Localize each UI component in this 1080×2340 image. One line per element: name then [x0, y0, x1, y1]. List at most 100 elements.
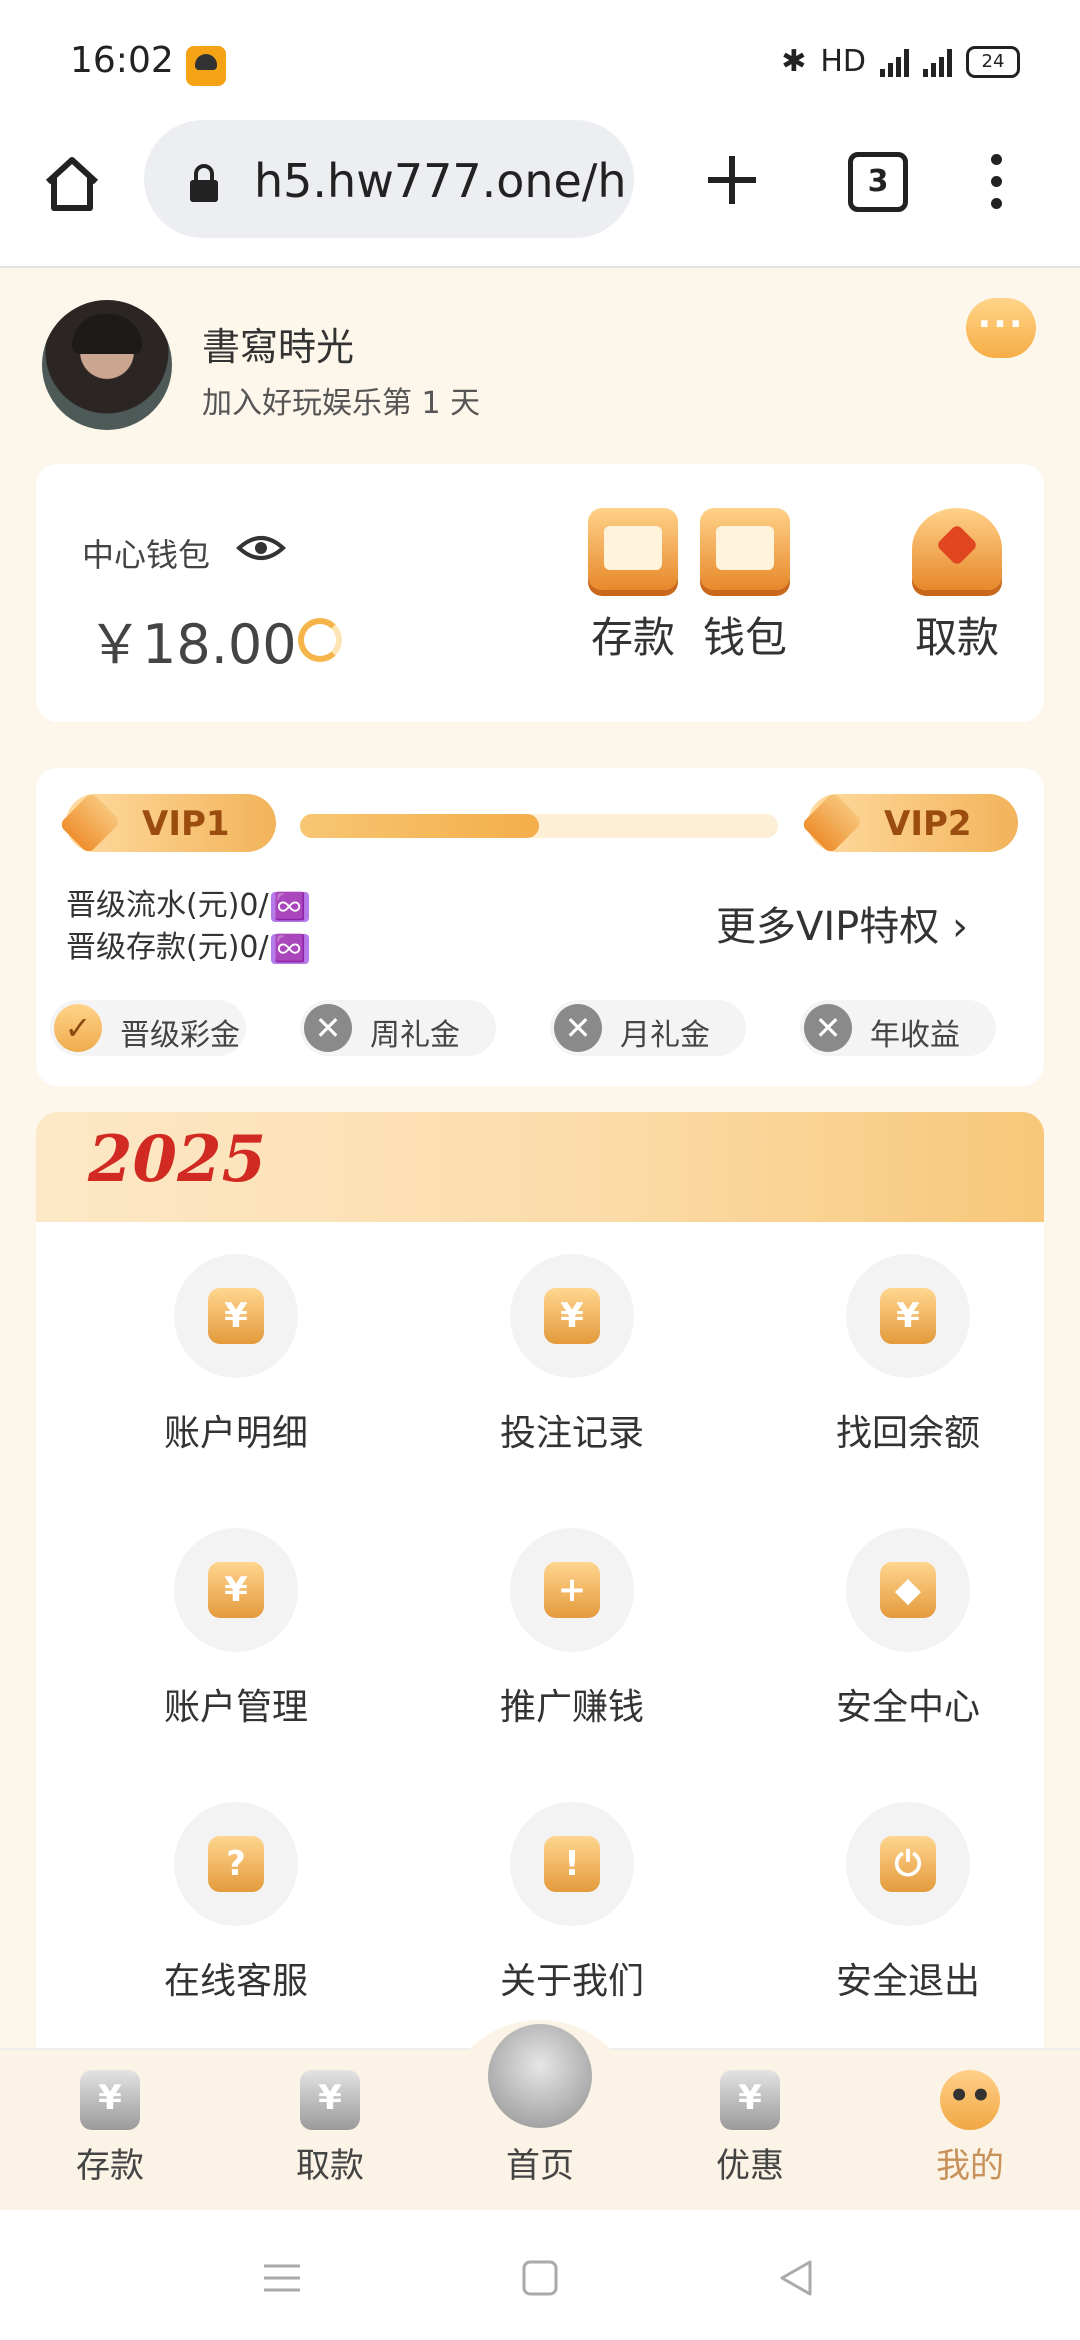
- logout-icon: ⏻: [846, 1802, 970, 1926]
- vip-card: VIP1 VIP2 晋级流水(元)0/♾️ 晋级存款(元)0/♾️ 更多VIP特…: [36, 768, 1044, 1086]
- tab-deposit-icon: [80, 2070, 140, 2130]
- vip-deposit-requirement: 晋级存款(元)0/♾️: [66, 922, 309, 966]
- close-icon: ✕: [304, 1004, 352, 1052]
- home-icon[interactable]: [40, 152, 104, 216]
- wallet-button[interactable]: 钱包: [690, 508, 800, 665]
- referral-earn-icon: +: [510, 1528, 634, 1652]
- online-support-icon: ?: [174, 1802, 298, 1926]
- menu-item-bet-records[interactable]: ¥ 投注记录: [422, 1254, 722, 1456]
- bluetooth-icon: ✱: [781, 44, 807, 79]
- withdraw-button[interactable]: 取款: [902, 508, 1012, 665]
- more-menu-icon[interactable]: [984, 154, 1008, 214]
- year-banner: 2025: [36, 1112, 1044, 1222]
- back-icon[interactable]: [776, 2260, 816, 2296]
- check-icon: ✓: [54, 1004, 102, 1052]
- tab-promotions-icon: [720, 2070, 780, 2130]
- network-type: HD: [820, 44, 866, 79]
- status-time: 16:02: [70, 40, 174, 81]
- infinity-icon: ♾️: [270, 934, 309, 964]
- wallet-icon: [700, 508, 790, 590]
- tab-label: 存款: [76, 2146, 144, 2186]
- wallet-action-label: 钱包: [702, 613, 787, 662]
- vip-lightning-icon: [58, 791, 122, 855]
- tab-withdraw[interactable]: 取款: [260, 2070, 400, 2187]
- wallet-balance: ￥18.00: [88, 613, 297, 676]
- address-bar[interactable]: h5.hw777.one/hv: [144, 120, 634, 238]
- tab-deposit[interactable]: 存款: [40, 2070, 180, 2187]
- perk-upgrade-bonus: ✓ 晋级彩金: [50, 1000, 246, 1056]
- menu-item-label: 在线客服: [163, 1961, 308, 2002]
- menu-item-label: 账户明细: [163, 1413, 308, 1454]
- perk-monthly-gift: ✕ 月礼金: [550, 1000, 746, 1056]
- status-icons: ✱ HD 24: [781, 44, 1020, 79]
- chat-icon[interactable]: [966, 298, 1036, 358]
- avatar[interactable]: [42, 300, 172, 430]
- bet-records-icon: ¥: [510, 1254, 634, 1378]
- wallet-card: 中心钱包 ￥18.00 存款 钱包 取款: [36, 464, 1044, 722]
- account-management-icon: ¥: [174, 1528, 298, 1652]
- chevron-right-icon: ›: [952, 904, 968, 950]
- battery-icon: 24: [966, 45, 1020, 78]
- vip-next-badge: VIP2: [800, 791, 1018, 855]
- menu-item-label: 投注记录: [499, 1413, 644, 1454]
- vip-progress-bar: [300, 814, 778, 838]
- perk-weekly-gift: ✕ 周礼金: [300, 1000, 496, 1056]
- deposit-button[interactable]: 存款: [578, 508, 688, 665]
- username: 書寫時光: [202, 325, 355, 369]
- menu-item-label: 推广赚钱: [499, 1687, 644, 1728]
- account-details-icon: ¥: [174, 1254, 298, 1378]
- recover-balance-icon: ¥: [846, 1254, 970, 1378]
- menu-item-account-details[interactable]: ¥ 账户明细: [86, 1254, 386, 1456]
- tab-label: 我的: [936, 2146, 1004, 2186]
- menu-item-label: 安全退出: [835, 1961, 980, 2002]
- refresh-icon[interactable]: [298, 618, 342, 662]
- close-icon: ✕: [554, 1004, 602, 1052]
- more-vip-link[interactable]: 更多VIP特权 ›: [716, 894, 968, 952]
- app-notification-icon: [186, 46, 226, 86]
- join-days-text: 加入好玩娱乐第 1 天: [202, 386, 481, 421]
- withdraw-label: 取款: [914, 613, 999, 662]
- tab-withdraw-icon: [300, 2070, 360, 2130]
- lock-icon: [190, 164, 218, 202]
- tab-count-button[interactable]: 3: [848, 152, 908, 212]
- tab-profile-icon: [940, 2070, 1000, 2130]
- tab-label: 取款: [296, 2146, 364, 2186]
- url-text[interactable]: h5.hw777.one/hv: [254, 154, 624, 208]
- new-tab-icon[interactable]: [700, 148, 764, 212]
- menu-item-label: 账户管理: [163, 1687, 308, 1728]
- infinity-icon: ♾️: [270, 892, 309, 922]
- menu-item-logout[interactable]: ⏻ 安全退出: [758, 1802, 1058, 2004]
- security-center-icon: ◆: [846, 1528, 970, 1652]
- close-icon: ✕: [804, 1004, 852, 1052]
- menu-item-account-management[interactable]: ¥ 账户管理: [86, 1528, 386, 1730]
- menu-item-recover-balance[interactable]: ¥ 找回余额: [758, 1254, 1058, 1456]
- wallet-label: 中心钱包: [82, 536, 211, 574]
- eye-icon[interactable]: [236, 528, 286, 568]
- browser-toolbar: h5.hw777.one/hv 3: [0, 120, 1080, 268]
- home-nav-icon[interactable]: [520, 2260, 560, 2296]
- deposit-label: 存款: [590, 613, 675, 662]
- banner-year: 2025: [88, 1122, 267, 1197]
- menu-item-label: 安全中心: [835, 1687, 980, 1728]
- signal-icon-2: [923, 47, 952, 77]
- tab-home[interactable]: 首页: [470, 2070, 610, 2187]
- withdraw-icon: [912, 508, 1002, 590]
- signal-icon: [880, 47, 909, 77]
- vip-turnover-requirement: 晋级流水(元)0/♾️: [66, 880, 309, 924]
- vip-lightning-icon: [800, 791, 864, 855]
- recent-apps-icon[interactable]: [262, 2260, 302, 2296]
- menu-item-security-center[interactable]: ◆ 安全中心: [758, 1528, 1058, 1730]
- system-nav-bar: [0, 2210, 1080, 2340]
- menu-item-about-us[interactable]: ! 关于我们: [422, 1802, 722, 2004]
- page-content: 書寫時光 加入好玩娱乐第 1 天 中心钱包 ￥18.00 存款 钱包 取款 VI…: [0, 268, 1080, 2048]
- tab-profile[interactable]: 我的: [900, 2070, 1040, 2187]
- menu-item-referral-earn[interactable]: + 推广赚钱: [422, 1528, 722, 1730]
- tab-promotions[interactable]: 优惠: [680, 2070, 820, 2187]
- about-us-icon: !: [510, 1802, 634, 1926]
- status-bar: 16:02 ✱ HD 24: [0, 0, 1080, 120]
- tab-label: 优惠: [716, 2146, 784, 2186]
- vip-current-badge: VIP1: [58, 791, 276, 855]
- menu-grid: ¥ 账户明细 ¥ 投注记录 ¥ 找回余额 ¥ 账户管理 + 推广赚钱 ◆ 安全中心? 在线客服! 关于我们…: [36, 1222, 1044, 2048]
- menu-item-online-support[interactable]: ? 在线客服: [86, 1802, 386, 2004]
- perk-annual-return: ✕ 年收益: [800, 1000, 996, 1056]
